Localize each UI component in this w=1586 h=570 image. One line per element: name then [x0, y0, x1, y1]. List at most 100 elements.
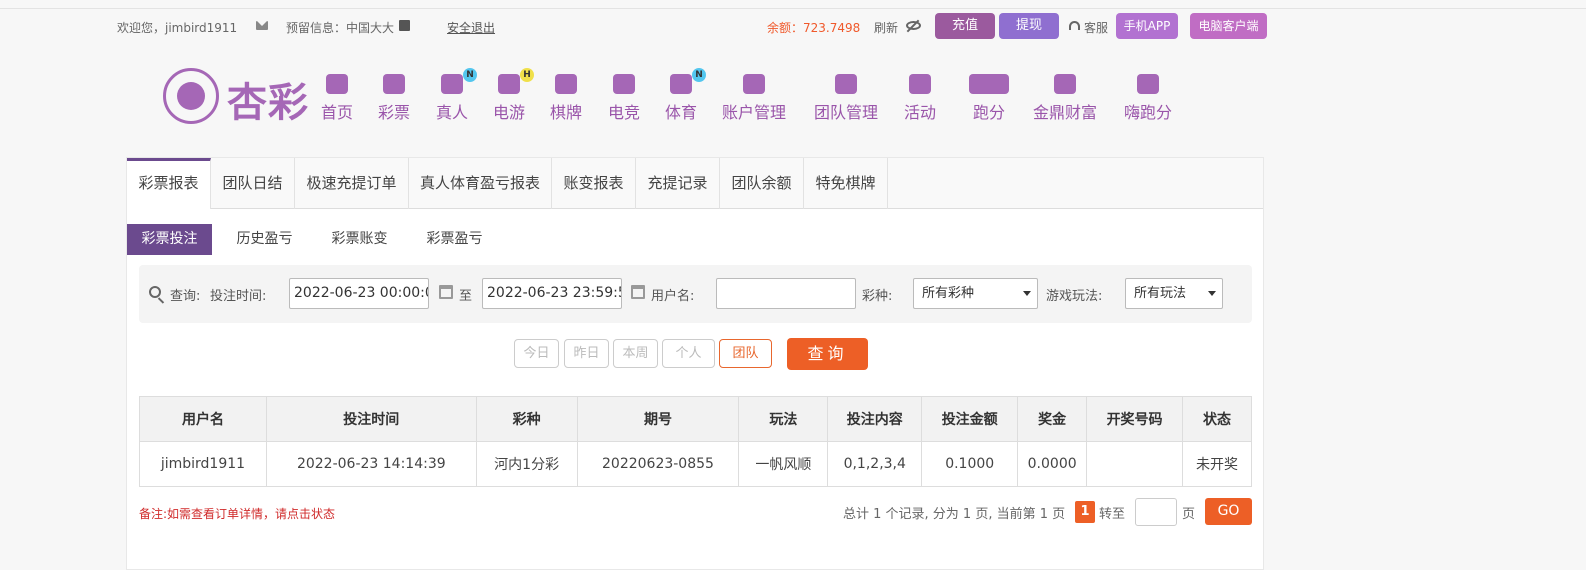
- col-username: 用户名: [139, 396, 267, 442]
- col-status: 状态: [1182, 396, 1252, 442]
- personal-button[interactable]: 个人: [662, 339, 715, 368]
- tab-team-daily[interactable]: 团队日结: [211, 158, 295, 209]
- gamepad-icon: H: [498, 68, 534, 94]
- welcome-text: 欢迎您，jimbird1911: [117, 21, 238, 35]
- nav-activity[interactable]: 活动: [904, 74, 936, 123]
- cell-status-link[interactable]: 未开奖: [1182, 441, 1252, 487]
- col-issue: 期号: [576, 396, 740, 442]
- pc-client-button[interactable]: 电脑客户端: [1190, 13, 1267, 39]
- nav-lottery[interactable]: 彩票: [378, 74, 410, 123]
- play-type-label: 游戏玩法:: [1046, 289, 1103, 304]
- cell-username: jimbird1911: [139, 441, 267, 487]
- chevron-down-icon: [1023, 291, 1031, 296]
- goto-page-input[interactable]: [1135, 498, 1177, 526]
- cell-bonus: 0.0000: [1017, 441, 1088, 487]
- go-button[interactable]: GO: [1205, 498, 1252, 525]
- reserved-info: 预留信息：中国大大: [286, 21, 395, 35]
- lottery-type-value: 所有彩种: [922, 286, 975, 301]
- cell-issue: 20220623-0855: [576, 441, 740, 487]
- logout-link[interactable]: 安全退出: [447, 19, 495, 36]
- nav-slots[interactable]: H 电游: [493, 68, 534, 123]
- nav-cards[interactable]: 棋牌: [550, 74, 582, 123]
- home-icon: [326, 74, 348, 94]
- col-draw-number: 开奖号码: [1086, 396, 1183, 442]
- mobile-app-button[interactable]: 手机APP: [1116, 13, 1178, 39]
- logo-text[interactable]: 杏彩: [227, 70, 309, 128]
- tab-team-balance[interactable]: 团队余额: [720, 158, 804, 209]
- col-play: 玩法: [738, 396, 829, 442]
- cell-lottery: 河内1分彩: [475, 441, 578, 487]
- pager-summary: 总计 1 个记录, 分为 1 页, 当前第 1 页: [843, 507, 1066, 522]
- mail-icon[interactable]: [256, 21, 268, 30]
- nav-esports[interactable]: 电竞: [608, 74, 640, 123]
- lottery-type-select[interactable]: 所有彩种: [913, 278, 1038, 309]
- top-bar: 欢迎您，jimbird1911 预留信息：中国大大 安全退出 余额：723.74…: [0, 9, 1586, 45]
- esports-icon: [613, 74, 635, 94]
- search-icon: [149, 286, 161, 298]
- calendar-icon[interactable]: [631, 285, 645, 299]
- edit-icon[interactable]: [399, 20, 410, 31]
- account-icon: [743, 74, 765, 94]
- refresh-link[interactable]: 刷新: [874, 19, 898, 36]
- team-button[interactable]: 团队: [719, 339, 772, 368]
- username-input[interactable]: [716, 278, 856, 309]
- dealer-icon: N: [441, 68, 477, 94]
- goto-label: 转至: [1099, 507, 1126, 522]
- subtab-lottery-bets[interactable]: 彩票投注: [127, 224, 212, 255]
- customer-service-link[interactable]: 客服: [1084, 19, 1108, 36]
- nav-team[interactable]: 团队管理: [814, 74, 878, 123]
- nav-paofen[interactable]: 跑分: [969, 74, 1009, 123]
- tab-lottery-report[interactable]: 彩票报表: [127, 158, 211, 209]
- cell-play: 一帆风顺: [738, 441, 829, 487]
- nav-account[interactable]: 账户管理: [722, 74, 786, 123]
- nav-home[interactable]: 首页: [321, 74, 353, 123]
- report-tabs: 彩票报表 团队日结 极速充提订单 真人体育盈亏报表 账变报表 充提记录 团队余额…: [127, 158, 1263, 209]
- query-button[interactable]: 查询: [787, 338, 868, 370]
- lottery-type-label: 彩种:: [862, 289, 893, 304]
- yesterday-button[interactable]: 昨日: [564, 339, 609, 368]
- query-label: 查询:: [170, 289, 201, 304]
- trophy-icon: N: [670, 68, 706, 94]
- nav-live[interactable]: N 真人: [436, 68, 477, 123]
- table-row: jimbird1911 2022-06-23 14:14:39 河内1分彩 20…: [139, 441, 1252, 487]
- tab-deposit-withdraw[interactable]: 充提记录: [636, 158, 720, 209]
- bet-time-label: 投注时间:: [210, 289, 267, 304]
- car-icon: [969, 74, 1009, 94]
- col-amount: 投注金额: [921, 396, 1019, 442]
- logo-emblem[interactable]: [163, 68, 219, 124]
- subtab-lottery-change[interactable]: 彩票账变: [317, 224, 402, 255]
- col-bet-time: 投注时间: [265, 396, 477, 442]
- withdraw-button[interactable]: 提现: [999, 13, 1059, 39]
- tab-account-change[interactable]: 账变报表: [552, 158, 636, 209]
- gift-icon: [909, 74, 931, 94]
- to-label: 至: [459, 289, 473, 304]
- nav-hi-paofen[interactable]: 嗨跑分: [1124, 74, 1172, 123]
- treasure-icon: [1054, 74, 1076, 94]
- hi-icon: [1137, 74, 1159, 94]
- cell-bet-time: 2022-06-23 14:14:39: [265, 441, 477, 487]
- start-time-input[interactable]: 2022-06-23 00:00:00: [289, 278, 429, 309]
- today-button[interactable]: 今日: [514, 339, 559, 368]
- current-page[interactable]: 1: [1075, 501, 1095, 523]
- hide-balance-icon[interactable]: [906, 21, 921, 30]
- subtab-history-pl[interactable]: 历史盈亏: [222, 224, 307, 255]
- hot-badge: H: [520, 68, 534, 82]
- calendar-icon[interactable]: [439, 285, 453, 299]
- subtab-lottery-pl[interactable]: 彩票盈亏: [412, 224, 497, 255]
- headset-icon: [1069, 21, 1080, 30]
- cell-amount: 0.1000: [921, 441, 1019, 487]
- tab-chess[interactable]: 特免棋牌: [804, 158, 888, 209]
- report-panel: 彩票报表 团队日结 极速充提订单 真人体育盈亏报表 账变报表 充提记录 团队余额…: [126, 157, 1264, 570]
- chevron-down-icon: [1208, 291, 1216, 296]
- play-type-select[interactable]: 所有玩法: [1125, 278, 1223, 309]
- nav-jinding[interactable]: 金鼎财富: [1033, 74, 1097, 123]
- tab-fast-orders[interactable]: 极速充提订单: [295, 158, 409, 209]
- nav-sports[interactable]: N 体育: [665, 68, 706, 123]
- new-badge: N: [692, 68, 706, 82]
- this-week-button[interactable]: 本周: [613, 339, 658, 368]
- tab-live-sports-pl[interactable]: 真人体育盈亏报表: [409, 158, 552, 209]
- recharge-button[interactable]: 充值: [935, 13, 995, 39]
- end-time-input[interactable]: 2022-06-23 23:59:59: [482, 278, 622, 309]
- page-label: 页: [1182, 507, 1196, 522]
- col-content: 投注内容: [827, 396, 923, 442]
